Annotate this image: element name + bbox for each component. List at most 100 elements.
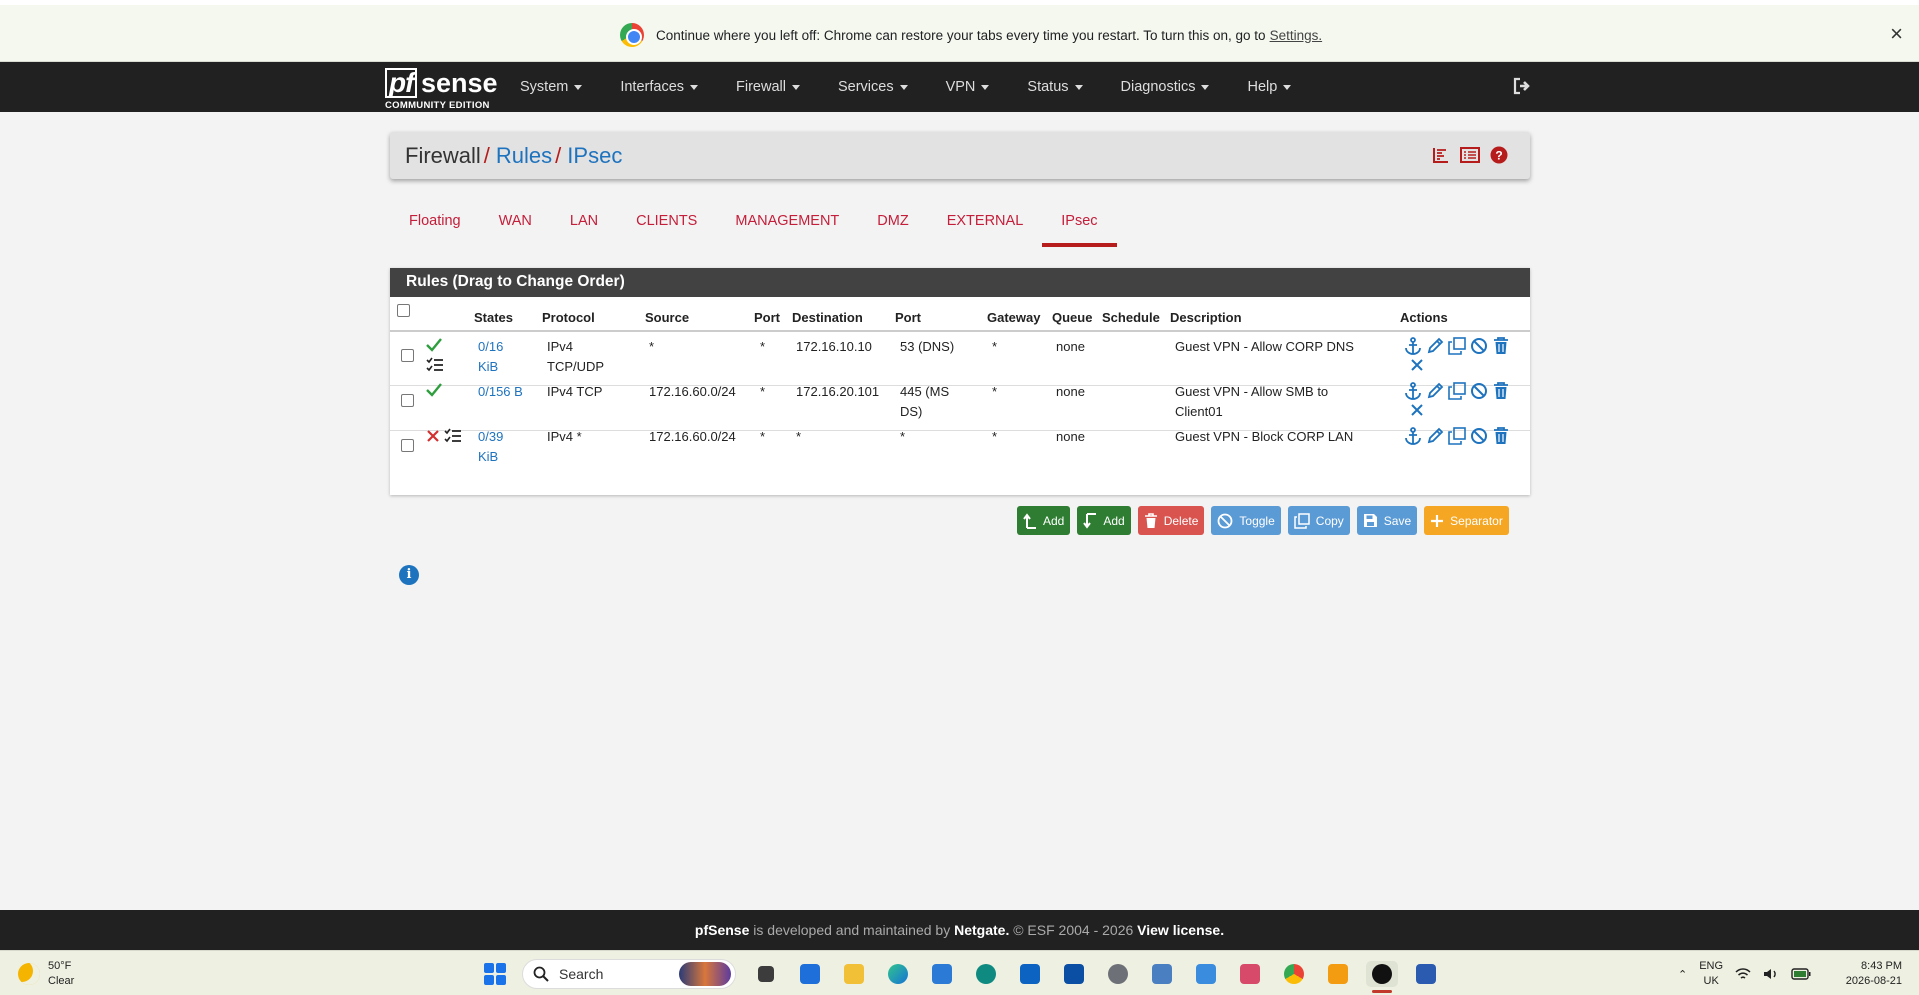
tab-dmz[interactable]: DMZ [858,207,927,247]
pencil-edit-icon[interactable] [1426,337,1444,355]
edge-browser-icon[interactable] [882,961,914,987]
page-footer: pfSense is developed and maintained by N… [0,910,1919,950]
menu-services[interactable]: Services [838,79,908,95]
protocol-line1: IPv4 [547,339,574,354]
settings-link[interactable]: Settings. [1270,28,1323,43]
dest-port-line1: 53 (DNS) [900,339,955,354]
states-value[interactable]: 0/156 B [478,382,523,402]
tab-wan[interactable]: WAN [480,207,551,247]
taskbar-search[interactable]: Search [522,959,736,989]
footer-copyright: © ESF 2004 - 2026 [1009,922,1138,938]
select-all-checkbox[interactable] [397,304,410,317]
copy-icon[interactable] [1448,427,1466,445]
row-checkbox[interactable] [401,439,414,452]
copy-icon[interactable] [1448,337,1466,355]
log-tasks-icon [444,428,461,443]
clear-states-x-icon[interactable] [1411,359,1423,371]
tab-external[interactable]: EXTERNAL [928,207,1043,247]
search-highlight-image [679,962,731,986]
logout-icon[interactable] [1512,76,1532,96]
logo-edition: COMMUNITY EDITION [385,100,490,111]
menu-help[interactable]: Help [1247,79,1292,95]
pfsense-logo[interactable]: pf sense COMMUNITY EDITION [385,66,498,111]
copy-icon[interactable] [1448,382,1466,400]
mail-icon[interactable] [926,961,958,987]
windows-start-icon[interactable] [484,963,506,985]
network-tool-icon[interactable] [1146,961,1178,987]
queue-value: none [1056,384,1085,399]
file-explorer-icon[interactable] [838,961,870,987]
rules-panel: Rules (Drag to Change Order) States Prot… [390,268,1530,495]
task-view-icon[interactable] [750,961,782,987]
settings-gear-icon[interactable] [1102,961,1134,987]
anchor-icon[interactable] [1404,382,1422,400]
powershell-icon[interactable] [1410,961,1442,987]
close-icon[interactable]: × [1890,21,1903,47]
github-icon[interactable] [1366,961,1398,993]
disable-ban-icon[interactable] [1470,337,1488,355]
source-port-value: * [760,339,766,354]
store-icon[interactable] [794,961,826,987]
footer-brand[interactable]: pfSense [695,922,749,938]
tab-lan[interactable]: LAN [551,207,617,247]
weather-widget[interactable]: 50°F Clear [18,959,74,989]
add-rule-bottom-button[interactable]: Add [1077,506,1131,535]
disable-ban-icon[interactable] [1470,427,1488,445]
menu-vpn[interactable]: VPN [946,79,990,95]
dest-port-line1: * [900,429,906,444]
tab-floating[interactable]: Floating [390,207,480,247]
volume-icon[interactable] [1763,967,1779,981]
log-list-icon[interactable] [1460,146,1480,164]
pencil-edit-icon[interactable] [1426,427,1444,445]
toggle-button[interactable]: Toggle [1211,506,1281,535]
chevron-up-icon[interactable]: ⌃ [1678,968,1687,981]
row-checkbox[interactable] [401,394,414,407]
tab-management[interactable]: MANAGEMENT [716,207,858,247]
remote-tool-icon[interactable] [1234,961,1266,987]
copy-button[interactable]: Copy [1287,506,1350,535]
states-unit[interactable]: KiB [478,447,498,467]
col-header-source: Source [645,310,690,325]
battery-icon[interactable] [1791,968,1811,980]
add-rule-top-button[interactable]: Add [1017,506,1071,535]
bar-chart-icon[interactable] [1432,146,1450,164]
col-header-queue: Queue [1052,310,1093,325]
sharepoint-icon[interactable] [970,961,1002,987]
chrome-icon[interactable] [1278,961,1310,987]
footer-netgate-link[interactable]: Netgate. [954,922,1009,938]
pencil-edit-icon[interactable] [1426,382,1444,400]
wifi-icon[interactable] [1735,967,1751,981]
row-checkbox[interactable] [401,349,414,362]
help-icon[interactable]: ? [1490,146,1508,164]
clear-states-x-icon[interactable] [1411,404,1423,416]
add-separator-button[interactable]: Separator [1424,506,1509,535]
menu-interfaces[interactable]: Interfaces [620,79,699,95]
states-unit[interactable]: KiB [478,357,498,377]
trash-icon[interactable] [1492,427,1510,445]
trash-icon[interactable] [1492,382,1510,400]
menu-system[interactable]: System [520,79,583,95]
save-button[interactable]: Save [1356,506,1418,535]
breadcrumb-rules[interactable]: Rules [496,143,552,168]
menu-firewall[interactable]: Firewall [736,79,800,95]
tab-ipsec[interactable]: IPsec [1042,207,1117,247]
disable-ban-icon[interactable] [1470,382,1488,400]
menu-diagnostics[interactable]: Diagnostics [1121,79,1210,95]
anchor-icon[interactable] [1404,337,1422,355]
cloud-manager-icon[interactable] [1190,961,1222,987]
outlook-icon[interactable] [1014,961,1046,987]
delete-button[interactable]: Delete [1137,506,1205,535]
states-value[interactable]: 0/16 [478,337,503,357]
breadcrumb-ipsec[interactable]: IPsec [567,143,622,168]
snip-tool-icon[interactable] [1322,961,1354,987]
footer-license-link[interactable]: View license. [1137,922,1224,938]
anchor-icon[interactable] [1404,427,1422,445]
azure-data-studio-icon[interactable] [1058,961,1090,987]
states-value[interactable]: 0/39 [478,427,503,447]
taskbar-clock[interactable]: 8:43 PM 2026-08-21 [1836,959,1902,989]
tab-clients[interactable]: CLIENTS [617,207,716,247]
trash-icon[interactable] [1492,337,1510,355]
language-indicator[interactable]: ENG UK [1699,959,1723,989]
info-icon[interactable]: i [399,565,419,585]
menu-status[interactable]: Status [1027,79,1083,95]
